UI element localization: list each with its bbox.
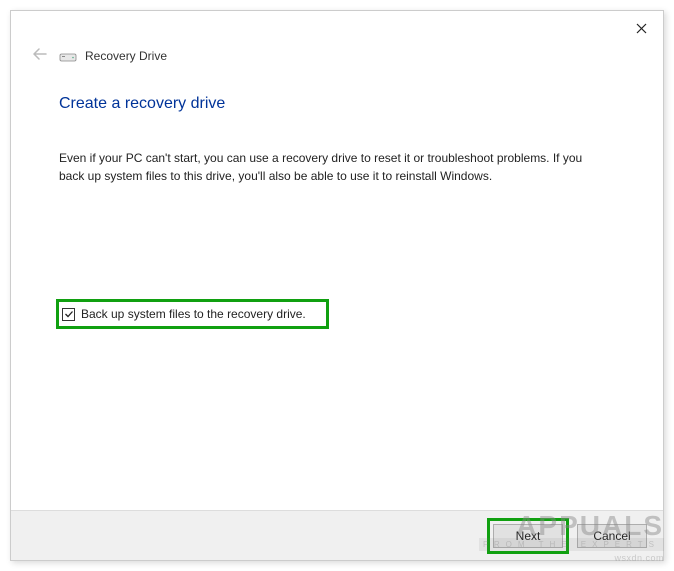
- wizard-header: Recovery Drive: [11, 43, 663, 71]
- back-arrow-icon: [31, 47, 49, 65]
- backup-checkbox-label[interactable]: Back up system files to the recovery dri…: [81, 307, 306, 321]
- cancel-button[interactable]: Cancel: [577, 524, 647, 548]
- close-button[interactable]: [629, 17, 653, 41]
- backup-checkbox-highlight: Back up system files to the recovery dri…: [56, 299, 329, 329]
- cancel-button-label: Cancel: [593, 529, 630, 543]
- close-icon: [636, 21, 647, 37]
- page-heading: Create a recovery drive: [59, 95, 623, 113]
- header-title: Recovery Drive: [85, 49, 167, 63]
- content-area: Create a recovery drive Even if your PC …: [11, 71, 663, 510]
- next-button-label: Next: [516, 529, 541, 543]
- description-text: Even if your PC can't start, you can use…: [59, 149, 599, 185]
- drive-icon: [59, 51, 75, 62]
- checkmark-icon: [64, 309, 74, 319]
- backup-checkbox[interactable]: [62, 308, 75, 321]
- next-button-highlight: Next: [487, 518, 569, 554]
- next-button[interactable]: Next: [493, 524, 563, 548]
- recovery-drive-dialog: Recovery Drive Create a recovery drive E…: [10, 10, 664, 561]
- dialog-footer: Next Cancel: [11, 510, 663, 560]
- titlebar: [11, 11, 663, 43]
